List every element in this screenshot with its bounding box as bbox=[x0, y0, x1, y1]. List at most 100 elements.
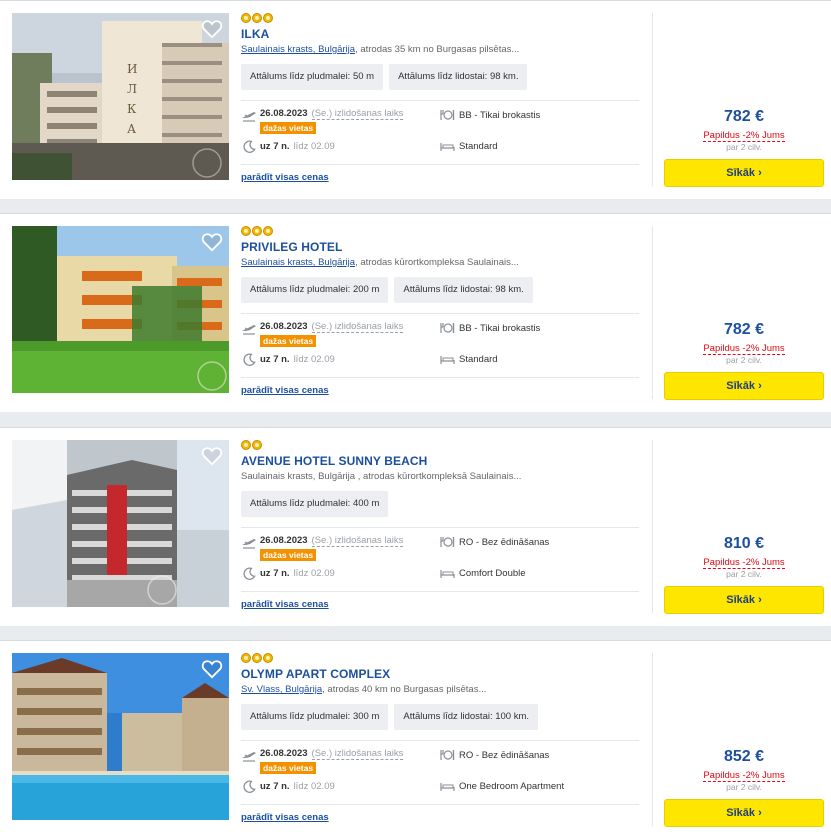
room-label: Standard bbox=[459, 354, 498, 365]
room-type: Standard bbox=[440, 141, 498, 152]
departure-time-link[interactable]: (Se.) izlidošanas laiks bbox=[311, 321, 404, 333]
hotel-photo[interactable] bbox=[12, 440, 229, 607]
heart-icon[interactable] bbox=[201, 19, 223, 39]
show-all-prices-link[interactable]: parādīt visas cenas bbox=[241, 172, 329, 183]
divider bbox=[241, 804, 639, 805]
few-seats-badge: dažas vietas bbox=[260, 762, 317, 774]
divider bbox=[241, 377, 639, 378]
details-button[interactable]: Sīkāk › bbox=[664, 586, 824, 614]
divider bbox=[241, 164, 639, 165]
price-per-persons: par 2 cilv. bbox=[726, 355, 762, 365]
svg-text:К: К bbox=[127, 102, 137, 116]
departure-time-link[interactable]: (Se.) izlidošanas laiks bbox=[311, 535, 404, 547]
departure-time-link[interactable]: (Se.) izlidošanas laiks bbox=[311, 108, 404, 120]
hotel-location: Saulainais krasts, Bulgārija, atrodas kū… bbox=[241, 257, 519, 268]
nights-count: uz 7 n. bbox=[260, 141, 290, 152]
distance-chips: Attālums līdz pludmalei: 300 m Attālums l… bbox=[241, 704, 539, 730]
location-link[interactable]: Saulainais krasts, Bulgārija bbox=[241, 44, 355, 55]
hotel-name[interactable]: AVENUE HOTEL SUNNY BEACH bbox=[241, 454, 427, 468]
board-label: RO - Bez ēdināšanas bbox=[459, 536, 550, 548]
board-label: RO - Bez ēdināšanas bbox=[459, 749, 550, 761]
price: 782 € bbox=[723, 321, 765, 338]
departure-date: 26.08.2023 bbox=[260, 535, 308, 546]
distance-chips: Attālums līdz pludmalei: 400 m bbox=[241, 491, 389, 517]
room-type: Comfort Double bbox=[440, 568, 526, 579]
nights-count: uz 7 n. bbox=[260, 354, 290, 365]
hotel-photo[interactable] bbox=[12, 653, 229, 820]
distance-chips: Attālums līdz pludmalei: 200 m Attālums l… bbox=[241, 277, 533, 303]
board-type: RO - Bez ēdināšanas bbox=[440, 749, 549, 761]
show-all-prices-link[interactable]: parādīt visas cenas bbox=[241, 599, 329, 610]
bed-icon bbox=[440, 782, 455, 791]
hotel-photo[interactable]: И Л К А bbox=[12, 13, 229, 180]
svg-text:А: А bbox=[127, 122, 136, 136]
distance-chip: Attālums līdz pludmalei: 400 m bbox=[241, 491, 389, 517]
column-divider bbox=[652, 13, 653, 186]
moon-icon bbox=[243, 567, 256, 580]
return-date: līdz 02.09 bbox=[293, 568, 335, 579]
plane-icon bbox=[242, 325, 256, 335]
details-button[interactable]: Sīkāk › bbox=[664, 372, 824, 400]
dining-icon bbox=[440, 110, 455, 120]
board-label: BB - Tikai brokastis bbox=[459, 109, 541, 121]
discount-note[interactable]: Papildus -2% Jums bbox=[664, 343, 824, 355]
departure-time-link[interactable]: (Se.) izlidošanas laiks bbox=[311, 748, 404, 760]
details-button[interactable]: Sīkāk › bbox=[664, 799, 824, 827]
nights-count: uz 7 n. bbox=[260, 568, 290, 579]
hotel-name[interactable]: OLYMP APART COMPLEX bbox=[241, 667, 390, 681]
dining-icon bbox=[440, 323, 455, 333]
distance-chip: Attālums līdz pludmalei: 50 m bbox=[241, 64, 384, 90]
heart-icon[interactable] bbox=[201, 446, 223, 466]
star-icon bbox=[263, 653, 273, 663]
column-divider bbox=[652, 226, 653, 399]
divider bbox=[241, 740, 639, 741]
details-button[interactable]: Sīkāk › bbox=[664, 159, 824, 187]
hotel-location: Saulainais krasts, Bulgārija, atrodas 35… bbox=[241, 44, 519, 55]
plane-icon bbox=[242, 112, 256, 122]
moon-icon bbox=[243, 780, 256, 793]
return-date: līdz 02.09 bbox=[293, 141, 335, 152]
divider bbox=[241, 313, 639, 314]
heart-icon[interactable] bbox=[201, 232, 223, 252]
star-icon bbox=[252, 653, 262, 663]
dining-icon bbox=[440, 750, 455, 760]
hotel-location: Saulainais krasts, Bulgārija , atrodas k… bbox=[241, 471, 521, 482]
show-all-prices-link[interactable]: parādīt visas cenas bbox=[241, 812, 329, 823]
heart-icon[interactable] bbox=[201, 659, 223, 679]
room-label: Comfort Double bbox=[459, 568, 526, 579]
return-date: līdz 02.09 bbox=[293, 354, 335, 365]
bed-icon bbox=[440, 355, 455, 364]
flight-info: 26.08.2023 (Se.) izlidošanas laiks bbox=[241, 108, 404, 123]
room-type: Standard bbox=[440, 354, 498, 365]
price-per-persons: par 2 cilv. bbox=[726, 782, 762, 792]
show-all-prices-link[interactable]: parādīt visas cenas bbox=[241, 385, 329, 396]
dining-icon bbox=[440, 537, 455, 547]
hotel-name[interactable]: PRIVILEG HOTEL bbox=[241, 240, 342, 254]
star-icon bbox=[263, 13, 273, 23]
stay-duration: uz 7 n. līdz 02.09 bbox=[243, 353, 335, 366]
departure-date: 26.08.2023 bbox=[260, 748, 308, 759]
discount-note[interactable]: Papildus -2% Jums bbox=[664, 130, 824, 142]
svg-text:И: И bbox=[127, 62, 137, 76]
return-date: līdz 02.09 bbox=[293, 781, 335, 792]
star-icon bbox=[252, 226, 262, 236]
few-seats-badge: dažas vietas bbox=[260, 335, 317, 347]
stay-duration: uz 7 n. līdz 02.09 bbox=[243, 780, 335, 793]
departure-date: 26.08.2023 bbox=[260, 108, 308, 119]
nights-count: uz 7 n. bbox=[260, 781, 290, 792]
location-link[interactable]: Sv. Vlass, Bulgārija bbox=[241, 684, 322, 695]
flight-info: 26.08.2023 (Se.) izlidošanas laiks bbox=[241, 748, 404, 763]
room-label: Standard bbox=[459, 141, 498, 152]
price-per-persons: par 2 cilv. bbox=[726, 142, 762, 152]
discount-note[interactable]: Papildus -2% Jums bbox=[664, 557, 824, 569]
hotel-photo[interactable] bbox=[12, 226, 229, 393]
star-icon bbox=[241, 13, 251, 23]
discount-note[interactable]: Papildus -2% Jums bbox=[664, 770, 824, 782]
star-rating bbox=[241, 13, 273, 23]
location-link[interactable]: Saulainais krasts, Bulgārija bbox=[241, 257, 355, 268]
column-divider bbox=[652, 440, 653, 613]
hotel-name[interactable]: ILKA bbox=[241, 27, 269, 41]
bed-icon bbox=[440, 569, 455, 578]
star-icon bbox=[252, 440, 262, 450]
distance-chip: Attālums līdz lidostai: 100 km. bbox=[394, 704, 539, 730]
